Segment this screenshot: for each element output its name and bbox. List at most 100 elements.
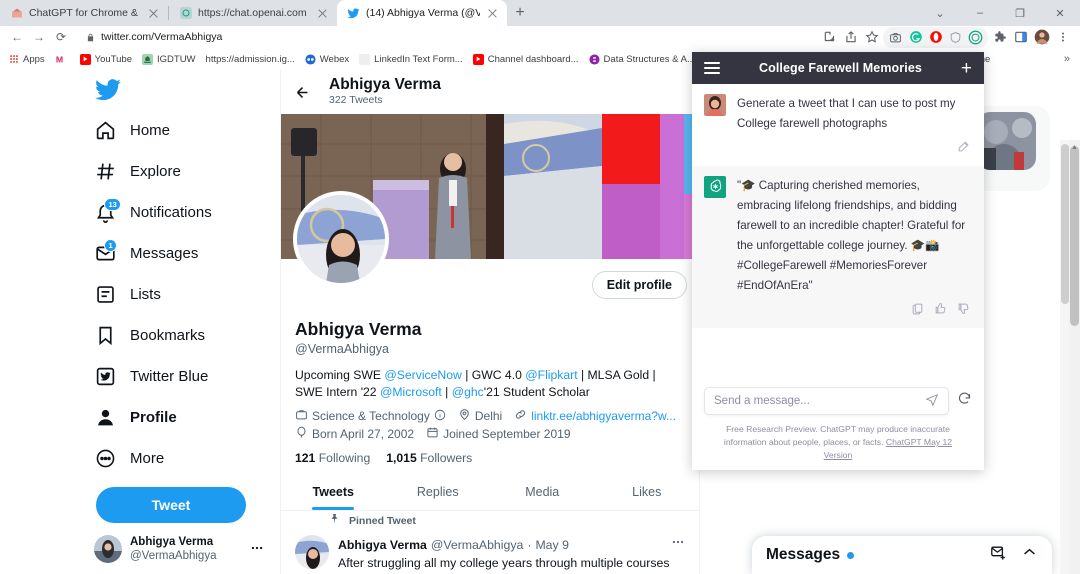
location-label: Delhi (474, 409, 503, 424)
sidebar-item-bookmarks[interactable]: Bookmarks (88, 315, 278, 356)
sidebar-item-notifications[interactable]: 13 Notifications (88, 192, 278, 233)
bookmark-linkedin-text[interactable]: LinkedIn Text Form... (359, 53, 463, 65)
browser-tab-twitter[interactable]: (14) Abhigya Verma (@VermaAb (337, 0, 507, 26)
extensions-puzzle-icon[interactable] (990, 28, 1009, 47)
bookmark-apps[interactable]: Apps (8, 54, 45, 65)
maximize-button[interactable]: ❐ (1000, 0, 1040, 26)
edit-icon[interactable] (957, 140, 970, 158)
sidebar-item-home[interactable]: Home (88, 110, 278, 151)
inner-scrollbar-thumb[interactable] (1061, 144, 1069, 304)
sidebar-item-profile[interactable]: Profile (88, 397, 278, 438)
hamburger-icon[interactable] (704, 62, 720, 74)
bookmark-youtube[interactable]: YouTube (79, 53, 132, 65)
sidebar-item-messages[interactable]: 1 Messages (88, 233, 278, 274)
new-message-icon[interactable] (990, 544, 1007, 566)
forward-button[interactable]: → (28, 26, 50, 48)
shield-icon[interactable] (946, 28, 965, 47)
twitter-bird-icon[interactable] (94, 76, 124, 106)
send-icon[interactable] (925, 393, 939, 410)
bookmark-data-structures[interactable]: Data Structures & A... (589, 54, 695, 65)
plus-icon[interactable]: + (961, 59, 972, 78)
install-app-icon[interactable] (820, 28, 839, 47)
page-scrollbar-thumb[interactable] (1070, 146, 1079, 326)
pinned-label-text: Pinned Tweet (349, 514, 416, 527)
back-arrow-icon[interactable] (289, 79, 315, 105)
bookmarks-overflow-button[interactable]: » (1064, 53, 1072, 65)
back-button[interactable]: ← (6, 26, 28, 48)
bookmark-star-icon[interactable] (862, 28, 881, 47)
profile-category: Science & Technology (295, 408, 446, 424)
bookmark-admission[interactable]: https://admission.ig... (206, 54, 295, 65)
profile-main-column: Abhigya Verma 322 Tweets Edit profile Ab… (280, 70, 700, 574)
calendar-icon (426, 426, 439, 442)
avatar[interactable] (295, 535, 329, 570)
bookmark-webex[interactable]: Webex (305, 54, 349, 65)
chat-input-field[interactable]: Send a message... (704, 387, 949, 416)
screenshot-icon[interactable] (886, 28, 905, 47)
sidebar-item-label: Messages (130, 245, 199, 262)
account-switcher[interactable]: Abhigya Verma @VermaAbhigya (94, 535, 278, 564)
chevron-up-icon[interactable] (1021, 544, 1038, 566)
sidebar-item-explore[interactable]: Explore (88, 151, 278, 192)
close-icon[interactable] (486, 7, 499, 20)
bookmark-channel-dashboard[interactable]: Channel dashboard... (472, 53, 579, 65)
info-icon[interactable] (434, 409, 446, 424)
thumbs-up-icon[interactable] (934, 302, 947, 320)
envelope-icon: 1 (94, 238, 118, 265)
tab-replies[interactable]: Replies (386, 476, 491, 510)
bio-mention-microsoft[interactable]: @Microsoft (380, 385, 442, 399)
bio-mention-flipkart[interactable]: @Flipkart (525, 368, 577, 382)
following-stat[interactable]: 121 Following (295, 451, 370, 465)
twitter-icon (347, 7, 360, 20)
grammarly-icon[interactable] (906, 28, 925, 47)
close-window-button[interactable]: ✕ (1040, 0, 1080, 26)
bookmark-igdtuw[interactable]: IGDTUW (142, 53, 196, 65)
address-bar[interactable]: twitter.com/VermaAbhigya (78, 29, 678, 46)
sidebar-item-lists[interactable]: Lists (88, 274, 278, 315)
purple-icon (589, 53, 600, 65)
tweet-button[interactable]: Tweet (96, 487, 246, 523)
bookmark-m[interactable]: M (55, 54, 70, 65)
disclaimer-line-2: about people, places, or facts. (768, 437, 884, 448)
chevron-down-icon[interactable]: ⌄ (920, 0, 960, 26)
regenerate-icon[interactable] (957, 391, 972, 411)
messages-dock[interactable]: Messages (752, 536, 1052, 574)
share-icon[interactable] (841, 28, 860, 47)
bio-mention-ghc[interactable]: @ghc (452, 385, 484, 399)
browser-tab-chatgpt-chrome[interactable]: ChatGPT for Chrome & YouTube (0, 0, 168, 26)
profile-website[interactable]: linktr.ee/abhigyaverma?w... (514, 408, 676, 424)
new-tab-button[interactable]: + (507, 0, 533, 26)
close-icon[interactable] (316, 7, 329, 20)
trend-thumbnail[interactable] (978, 112, 1036, 170)
ellipsis-icon[interactable] (250, 541, 264, 558)
sidebar-item-more[interactable]: More (88, 438, 278, 479)
followers-stat[interactable]: 1,015 Followers (386, 451, 472, 465)
opera-icon[interactable] (926, 28, 945, 47)
scroll-up-arrow-icon[interactable]: ▲ (1070, 142, 1079, 153)
ellipsis-icon[interactable] (671, 535, 685, 554)
chatgpt-extension-icon[interactable] (966, 28, 985, 47)
tab-likes[interactable]: Likes (595, 476, 700, 510)
copy-icon[interactable] (911, 302, 924, 320)
side-panel-icon[interactable] (1011, 28, 1030, 47)
table-row[interactable]: Abhigya Verma @VermaAbhigya · May 9 Afte… (281, 528, 699, 574)
tab-media[interactable]: Media (490, 476, 595, 510)
bio-mention-servicenow[interactable]: @ServiceNow (384, 368, 461, 382)
chrome-menu-icon[interactable] (1053, 28, 1072, 47)
thumbs-down-icon[interactable] (957, 302, 970, 320)
edit-profile-button[interactable]: Edit profile (591, 271, 687, 299)
reload-button[interactable]: ⟳ (50, 26, 72, 48)
bio-part: | GWC 4.0 (461, 368, 526, 383)
sidebar-item-twitter-blue[interactable]: Twitter Blue (88, 356, 278, 397)
profile-avatar-icon[interactable] (1032, 28, 1051, 47)
avatar[interactable] (293, 191, 389, 287)
tab-tweets[interactable]: Tweets (281, 476, 386, 510)
pinned-tweet-label: Pinned Tweet (281, 511, 699, 528)
account-name: Abhigya Verma (130, 536, 214, 548)
tweet-author: Abhigya Verma (338, 538, 427, 553)
minimize-button[interactable]: – (960, 0, 1000, 26)
website-link[interactable]: linktr.ee/abhigyaverma?w... (531, 409, 676, 423)
browser-tab-openai[interactable]: https://chat.openai.com (169, 0, 337, 26)
profile-actions-bar: Edit profile (281, 191, 699, 317)
close-icon[interactable] (147, 7, 160, 20)
